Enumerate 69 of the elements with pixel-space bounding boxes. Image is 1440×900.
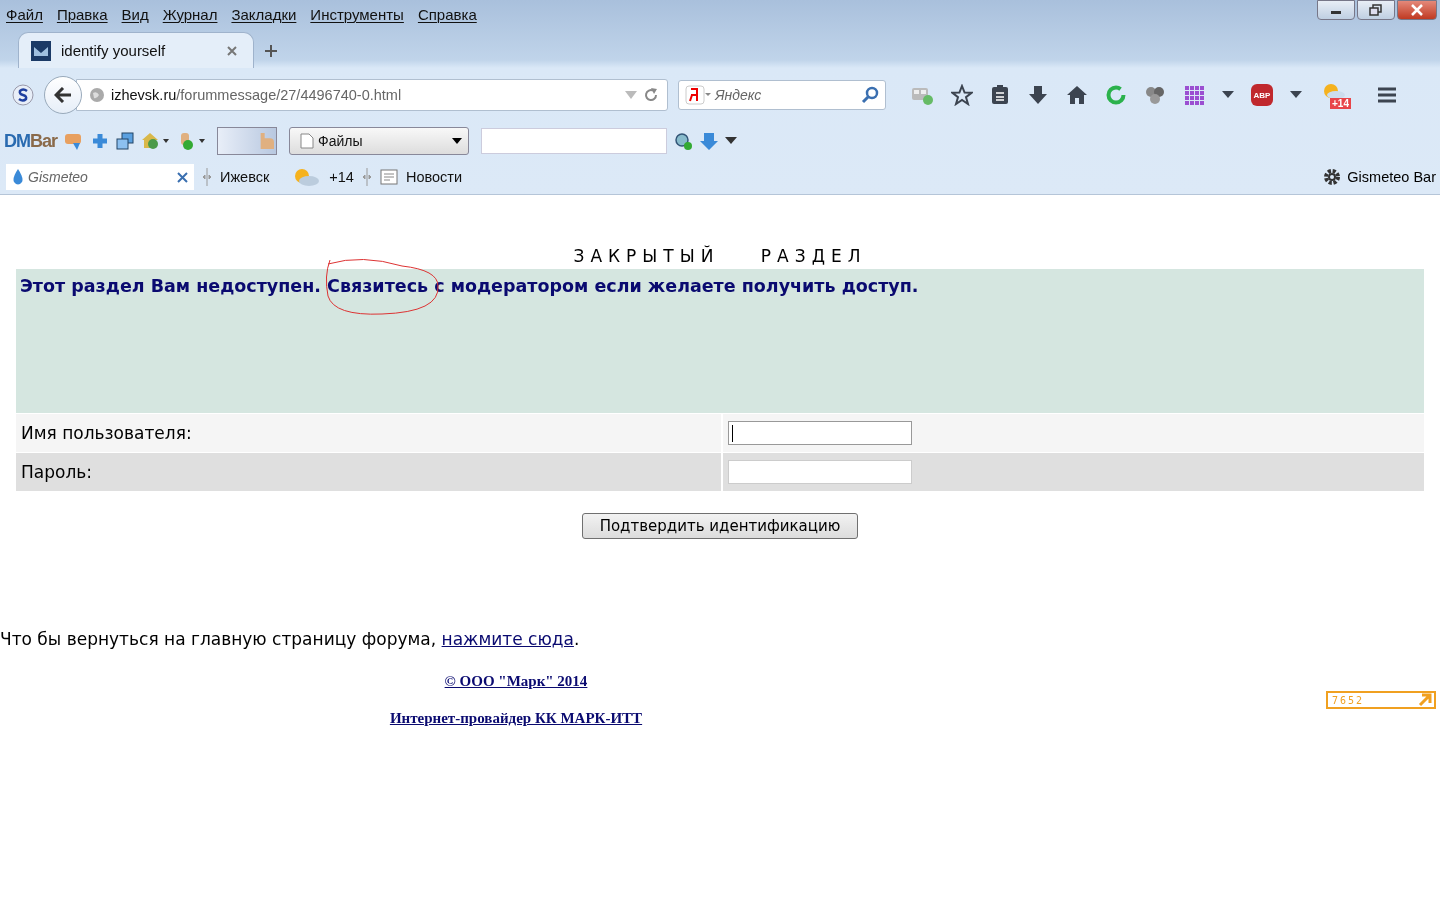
minimize-button[interactable]: [1317, 0, 1355, 20]
arrow-icon: [1418, 693, 1432, 707]
close-tab-icon[interactable]: [227, 45, 237, 56]
address-bar[interactable]: izhevsk.ru/forummessage/27/4496740-0.html: [76, 79, 668, 111]
restore-icon: [1369, 4, 1383, 16]
settings-icon: [1323, 168, 1342, 186]
download-list-icon[interactable]: [699, 131, 719, 151]
notice-text: Этот раздел Вам недоступен. Связитесь с модератором если желаете получить доступ.: [20, 274, 1420, 298]
footer-link[interactable]: Интернет-провайдер КК МАРК-ИТТ: [389, 710, 643, 727]
temperature-label: +14: [329, 169, 354, 185]
dmbar-logo[interactable]: DMBar: [4, 130, 57, 152]
separator-handle-icon[interactable]: [202, 168, 212, 186]
drop-icon: [12, 168, 24, 186]
s-logo-icon[interactable]: [12, 84, 34, 106]
search-globe-icon[interactable]: [673, 131, 693, 151]
clear-icon[interactable]: [177, 171, 188, 183]
back-arrow-icon: [54, 87, 72, 103]
document-icon: [300, 133, 314, 149]
windows-icon[interactable]: [115, 131, 135, 151]
field-label: Пароль:: [16, 453, 723, 491]
footer-link[interactable]: © ООО "Марк" 2014: [444, 673, 588, 690]
app-grid-icon[interactable]: [1183, 84, 1205, 106]
password-field[interactable]: [728, 460, 912, 484]
close-icon: [1410, 4, 1424, 16]
files-dropdown[interactable]: Файлы: [289, 127, 469, 155]
search-icon[interactable]: [861, 86, 879, 104]
menu-item[interactable]: Вид: [121, 5, 149, 23]
home-icon[interactable]: [1066, 84, 1088, 106]
back-button[interactable]: [44, 76, 82, 114]
home-globe-icon[interactable]: [141, 131, 171, 151]
tab-title: identify yourself: [61, 42, 167, 59]
pointer-button[interactable]: [217, 127, 277, 155]
gismeteo-search-field[interactable]: Gismeteo: [6, 164, 194, 190]
menu-item[interactable]: Справка: [417, 5, 477, 23]
weather-button[interactable]: +14: [1319, 81, 1349, 109]
menu-item[interactable]: Журнал: [162, 5, 218, 23]
city-label[interactable]: Ижевск: [220, 169, 270, 185]
search-field[interactable]: Яндекс: [678, 80, 886, 110]
menu-item[interactable]: Инструменты: [310, 5, 404, 23]
caret-icon: [452, 138, 462, 144]
plus-icon[interactable]: [91, 132, 109, 150]
search-input[interactable]: [481, 128, 667, 154]
caret-icon[interactable]: [725, 137, 737, 145]
submit-button[interactable]: Подтвердить идентификацию: [582, 513, 858, 539]
site-logo-icon: [31, 40, 51, 61]
browser-tab[interactable]: identify yourself: [18, 32, 254, 68]
section-heading: ЗАКРЫТЫЙ РАЗДЕЛ: [572, 244, 868, 266]
menu-item[interactable]: Правка: [56, 5, 108, 23]
new-tab-icon[interactable]: [264, 44, 278, 58]
username-field[interactable]: [728, 421, 912, 445]
news-label[interactable]: Новости: [405, 169, 463, 185]
close-button[interactable]: [1397, 0, 1437, 20]
download-arrow-icon[interactable]: [1027, 84, 1049, 106]
caret-icon[interactable]: [1290, 91, 1302, 99]
restore-button[interactable]: [1357, 0, 1395, 20]
separator-handle-icon[interactable]: [361, 168, 372, 186]
menu-item[interactable]: Файл: [6, 5, 43, 23]
bookmark-star-icon[interactable]: [951, 84, 973, 106]
gismeteo-bar-button[interactable]: Gismeteo Bar: [1319, 168, 1440, 186]
adblock-icon[interactable]: ABP: [1251, 84, 1273, 106]
reload-icon[interactable]: [643, 87, 659, 103]
return-link[interactable]: нажмите сюда: [441, 629, 574, 649]
return-text: Что бы вернуться на главную страницу форума, нажмите сюда.: [0, 629, 581, 649]
caret-icon[interactable]: [1222, 91, 1234, 99]
clipboard-icon[interactable]: [990, 84, 1010, 106]
menu-item[interactable]: Закладки: [231, 5, 297, 23]
cluster-icon[interactable]: [1144, 84, 1166, 106]
menu-icon[interactable]: [1376, 86, 1398, 104]
news-icon: [379, 168, 398, 186]
